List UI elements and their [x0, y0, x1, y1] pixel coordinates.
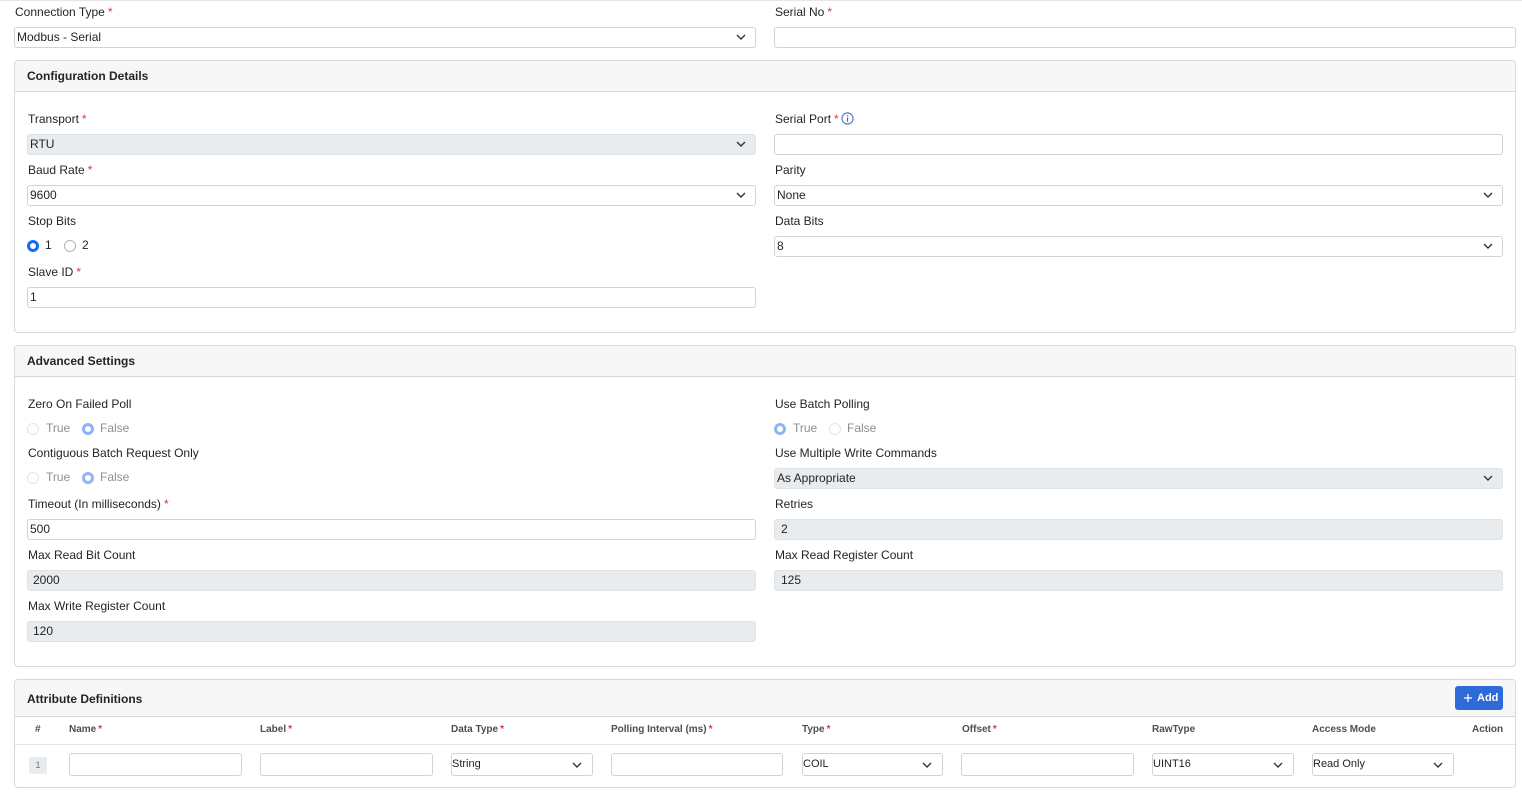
serial-port-input[interactable]	[774, 134, 1503, 155]
max-read-bit-label: Max Read Bit Count	[28, 548, 136, 562]
stop-bits-radio-1[interactable]	[27, 240, 39, 252]
multiple-write-select[interactable]: As Appropriate	[774, 468, 1503, 489]
attribute-access-mode-select[interactable]: Read Only	[1312, 753, 1454, 776]
column-header-action: Action	[1472, 724, 1504, 735]
column-header-data-type: Data Type *	[451, 724, 504, 735]
attribute-definitions-header: Attribute Definitions	[15, 680, 1515, 717]
use-batch-polling-true-radio[interactable]	[774, 423, 786, 435]
add-attribute-button[interactable]: Add	[1455, 686, 1503, 710]
attribute-name-input[interactable]	[69, 753, 242, 776]
advanced-settings-card: Advanced Settings	[14, 345, 1516, 667]
chevron-down-icon	[736, 141, 746, 147]
stop-bits-option-1-label: 1	[45, 238, 52, 252]
stop-bits-label: Stop Bits	[28, 214, 77, 228]
use-batch-polling-label: Use Batch Polling	[775, 397, 870, 411]
configuration-details-title: Configuration Details	[27, 69, 149, 83]
chevron-down-icon	[736, 34, 746, 40]
chevron-down-icon	[1273, 762, 1283, 768]
max-read-register-label: Max Read Register Count	[775, 548, 914, 562]
baud-rate-label: Baud Rate *	[28, 163, 93, 177]
parity-label: Parity	[775, 163, 806, 177]
chevron-down-icon	[1483, 243, 1493, 249]
timeout-label: Timeout (In milliseconds) *	[28, 497, 169, 511]
stop-bits-radio-2[interactable]	[64, 240, 76, 252]
max-write-register-label: Max Write Register Count	[28, 599, 166, 613]
use-batch-polling-false-label: False	[847, 421, 877, 435]
data-bits-select[interactable]: 8	[774, 236, 1503, 257]
stop-bits-option-2-label: 2	[82, 238, 89, 252]
row-index-badge: 1	[29, 757, 47, 774]
zero-on-failed-poll-false-radio[interactable]	[82, 423, 94, 435]
max-read-bit-input[interactable]: 2000	[27, 570, 756, 591]
column-header-label: Label *	[260, 724, 293, 735]
data-bits-label: Data Bits	[775, 214, 824, 228]
column-header-index: #	[35, 724, 41, 735]
chevron-down-icon	[1483, 192, 1493, 198]
zero-on-failed-poll-true-label: True	[46, 421, 71, 435]
slave-id-input[interactable]: 1	[27, 287, 756, 308]
zero-on-failed-poll-label: Zero On Failed Poll	[28, 397, 132, 411]
info-icon[interactable]	[841, 112, 854, 125]
contiguous-batch-label: Contiguous Batch Request Only	[28, 446, 199, 460]
column-header-access-mode: Access Mode	[1312, 724, 1376, 735]
column-header-raw-type: RawType	[1152, 724, 1196, 735]
chevron-down-icon	[736, 192, 746, 198]
serial-no-input[interactable]	[774, 27, 1516, 48]
transport-select[interactable]: RTU	[27, 134, 756, 155]
parity-select[interactable]: None	[774, 185, 1503, 206]
connection-type-label: Connection Type *	[15, 5, 113, 19]
timeout-input[interactable]: 500	[27, 519, 756, 540]
chevron-down-icon	[1483, 475, 1493, 481]
retries-label: Retries	[775, 497, 814, 511]
max-write-register-input[interactable]: 120	[27, 621, 756, 642]
contiguous-batch-false-radio[interactable]	[82, 472, 94, 484]
column-header-polling-interval: Polling Interval (ms) *	[611, 724, 713, 735]
attribute-type-select[interactable]: COIL	[802, 753, 943, 776]
attribute-polling-interval-input[interactable]	[611, 753, 783, 776]
multiple-write-label: Use Multiple Write Commands	[775, 446, 937, 460]
chevron-down-icon	[1433, 762, 1443, 768]
contiguous-batch-true-radio[interactable]	[27, 472, 39, 484]
column-header-name: Name *	[69, 724, 103, 735]
column-header-offset: Offset *	[962, 724, 997, 735]
attribute-offset-input[interactable]	[961, 753, 1134, 776]
slave-id-label: Slave ID *	[28, 265, 82, 279]
transport-label: Transport *	[28, 112, 87, 126]
serial-port-label: Serial Port *	[775, 112, 839, 126]
zero-on-failed-poll-true-radio[interactable]	[27, 423, 39, 435]
contiguous-batch-false-label: False	[100, 470, 130, 484]
advanced-settings-title: Advanced Settings	[27, 354, 136, 368]
serial-no-label: Serial No *	[775, 5, 833, 19]
chevron-down-icon	[572, 762, 582, 768]
attribute-data-type-select[interactable]: String	[451, 753, 593, 776]
plus-icon	[1464, 694, 1472, 702]
attribute-definitions-title: Attribute Definitions	[27, 692, 143, 706]
configuration-details-header: Configuration Details	[15, 61, 1515, 92]
attribute-label-input[interactable]	[260, 753, 433, 776]
connection-type-value: Modbus - Serial	[17, 30, 102, 44]
retries-input[interactable]: 2	[774, 519, 1503, 540]
attribute-raw-type-select[interactable]: UINT16	[1152, 753, 1294, 776]
chevron-down-icon	[922, 762, 932, 768]
use-batch-polling-false-radio[interactable]	[829, 423, 841, 435]
column-header-type: Type *	[802, 724, 831, 735]
table-header-divider	[15, 744, 1515, 745]
use-batch-polling-true-label: True	[793, 421, 818, 435]
connection-type-select[interactable]: Modbus - Serial	[14, 27, 756, 48]
max-read-register-input[interactable]: 125	[774, 570, 1503, 591]
baud-rate-select[interactable]: 9600	[27, 185, 756, 206]
zero-on-failed-poll-false-label: False	[100, 421, 130, 435]
advanced-settings-header: Advanced Settings	[15, 346, 1515, 377]
contiguous-batch-true-label: True	[46, 470, 71, 484]
